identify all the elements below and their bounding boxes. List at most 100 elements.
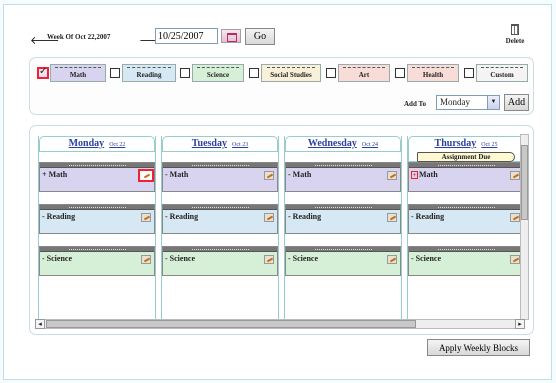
edit-icon[interactable] xyxy=(264,213,274,222)
drag-handle[interactable] xyxy=(163,163,277,168)
weekly-schedule: Monday Oct 22 + Math - Reading - Science… xyxy=(29,125,534,335)
block-label: + Math xyxy=(42,170,68,179)
social-studies-checkbox[interactable] xyxy=(249,68,259,78)
schedule-block-math[interactable]: - Math xyxy=(285,162,401,192)
drag-handle[interactable] xyxy=(286,247,400,252)
day-column-thursday: Thursday Oct 25 Assignment Due + Math - R… xyxy=(407,136,525,319)
block-label: - Science xyxy=(411,254,441,263)
assignment-due-tag[interactable]: Assignment Due xyxy=(417,152,515,162)
art-checkbox[interactable] xyxy=(326,68,336,78)
block-label: - Science xyxy=(165,254,195,263)
edit-icon[interactable] xyxy=(387,171,397,180)
block-label: + Math xyxy=(411,170,438,179)
day-name: Wednesday xyxy=(307,138,357,149)
expand-icon[interactable]: + xyxy=(411,171,418,179)
drag-handle[interactable] xyxy=(163,205,277,210)
edit-icon[interactable] xyxy=(264,255,274,264)
block-health[interactable]: Health xyxy=(407,64,459,82)
date-input[interactable] xyxy=(155,28,218,44)
block-label: - Science xyxy=(42,254,72,263)
day-name: Monday xyxy=(68,138,105,149)
block-math[interactable]: Math xyxy=(50,64,106,82)
drag-handle[interactable] xyxy=(40,205,154,210)
edit-icon[interactable] xyxy=(387,255,397,264)
block-label: - Reading xyxy=(42,212,76,221)
edit-icon[interactable] xyxy=(510,213,520,222)
math-checkbox[interactable] xyxy=(37,66,49,79)
chevron-down-icon[interactable]: ▼ xyxy=(487,96,499,109)
scroll-right-icon[interactable]: ▸ xyxy=(515,319,525,329)
schedule-block-math[interactable]: + Math xyxy=(408,162,524,192)
day-name: Thursday xyxy=(434,138,477,149)
block-label: - Reading xyxy=(165,212,199,221)
delete-label: Delete xyxy=(505,37,525,45)
schedule-block-reading[interactable]: - Reading xyxy=(162,204,278,234)
horizontal-scroll-thumb[interactable] xyxy=(46,320,416,328)
add-button[interactable]: Add xyxy=(504,94,529,111)
edit-icon[interactable] xyxy=(141,213,151,222)
day-select-value: Monday xyxy=(440,97,470,107)
day-column-tuesday: Tuesday Oct 23 - Math - Reading - Scienc… xyxy=(161,136,279,319)
drag-handle[interactable] xyxy=(40,247,154,252)
day-column-monday: Monday Oct 22 + Math - Reading - Science xyxy=(38,136,156,319)
edit-icon[interactable] xyxy=(510,255,520,264)
edit-icon[interactable] xyxy=(264,171,274,180)
drag-handle[interactable] xyxy=(409,205,523,210)
day-date: Oct 24 xyxy=(361,142,379,148)
block-art[interactable]: Art xyxy=(338,64,390,82)
edit-icon[interactable] xyxy=(510,171,520,180)
drag-handle[interactable] xyxy=(40,163,154,168)
apply-weekly-blocks-button[interactable]: Apply Weekly Blocks xyxy=(427,339,530,356)
schedule-block-reading[interactable]: - Reading xyxy=(39,204,155,234)
drag-handle[interactable] xyxy=(409,247,523,252)
day-column-wednesday: Wednesday Oct 24 - Math - Reading - Scie… xyxy=(284,136,402,319)
block-reading[interactable]: Reading xyxy=(122,64,176,82)
week-label: Week Of Oct 22,2007 xyxy=(47,33,111,41)
day-header[interactable]: Monday Oct 22 xyxy=(39,136,155,152)
schedule-block-math[interactable]: + Math xyxy=(39,162,155,192)
vertical-scrollbar[interactable] xyxy=(520,134,529,320)
block-label: - Reading xyxy=(411,212,445,221)
block-custom[interactable]: Custom xyxy=(476,64,528,82)
reading-checkbox[interactable] xyxy=(110,68,120,78)
add-to-label: Add To xyxy=(404,100,426,108)
delete-button[interactable]: Delete xyxy=(498,24,532,45)
block-label: - Math xyxy=(165,170,189,179)
scroll-left-icon[interactable]: ◂ xyxy=(35,319,45,329)
science-checkbox[interactable] xyxy=(180,68,190,78)
day-name: Tuesday xyxy=(191,138,227,149)
day-date: Oct 22 xyxy=(109,142,126,148)
schedule-block-science[interactable]: - Science xyxy=(162,246,278,276)
custom-checkbox[interactable] xyxy=(464,68,474,78)
trash-icon xyxy=(511,24,519,35)
edit-icon[interactable] xyxy=(141,255,151,264)
day-header[interactable]: Thursday Oct 25 Assignment Due xyxy=(408,136,524,162)
block-label: - Reading xyxy=(288,212,322,221)
drag-handle[interactable] xyxy=(163,247,277,252)
schedule-block-reading[interactable]: - Reading xyxy=(408,204,524,234)
go-button[interactable]: Go xyxy=(245,28,275,45)
vertical-scroll-thumb[interactable] xyxy=(521,145,528,220)
block-science[interactable]: Science xyxy=(192,64,244,82)
day-select[interactable]: Monday ▼ xyxy=(436,95,500,110)
block-label: - Science xyxy=(288,254,318,263)
edit-icon[interactable] xyxy=(138,169,154,182)
day-header[interactable]: Tuesday Oct 23 xyxy=(162,136,278,152)
schedule-block-reading[interactable]: - Reading xyxy=(285,204,401,234)
schedule-block-math[interactable]: - Math xyxy=(162,162,278,192)
schedule-block-science[interactable]: - Science xyxy=(285,246,401,276)
health-checkbox[interactable] xyxy=(395,68,405,78)
block-label: - Math xyxy=(288,170,312,179)
day-date: Oct 23 xyxy=(232,142,249,148)
drag-handle[interactable] xyxy=(409,163,523,168)
drag-handle[interactable] xyxy=(286,163,400,168)
schedule-block-science[interactable]: - Science xyxy=(39,246,155,276)
calendar-icon[interactable] xyxy=(221,29,241,43)
day-date: Oct 25 xyxy=(481,142,498,148)
block-social-studies[interactable]: Social Studies xyxy=(261,64,321,82)
drag-handle[interactable] xyxy=(286,205,400,210)
horizontal-scrollbar[interactable]: ◂ ▸ xyxy=(35,319,525,329)
day-header[interactable]: Wednesday Oct 24 xyxy=(285,136,401,152)
edit-icon[interactable] xyxy=(387,213,397,222)
schedule-block-science[interactable]: - Science xyxy=(408,246,524,276)
